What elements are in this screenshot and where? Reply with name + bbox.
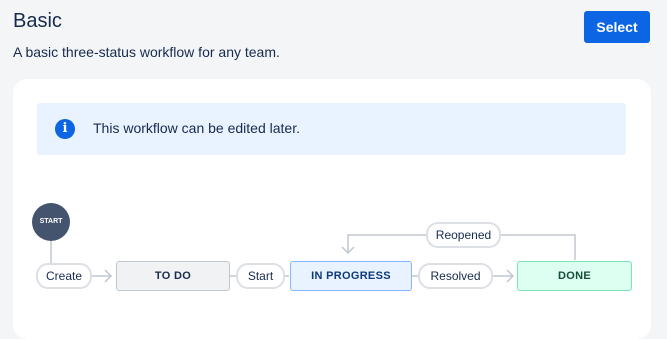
transition-reopened: Reopened xyxy=(426,222,501,248)
transition-create: Create xyxy=(36,263,92,289)
transition-resolved: Resolved xyxy=(418,263,493,289)
status-todo: TO DO xyxy=(116,261,230,291)
transition-start: Start xyxy=(236,263,285,289)
status-in-progress: IN PROGRESS xyxy=(290,261,412,291)
connector-line xyxy=(347,234,426,253)
workflow-title: Basic xyxy=(13,10,62,32)
workflow-description: A basic three-status workflow for any te… xyxy=(13,44,280,60)
workflow-preview-card: i This workflow can be edited later. STA… xyxy=(13,79,651,339)
select-button[interactable]: Select xyxy=(584,11,650,43)
start-node: START xyxy=(32,203,70,241)
connector-line xyxy=(499,234,576,260)
status-done: DONE xyxy=(517,261,632,291)
